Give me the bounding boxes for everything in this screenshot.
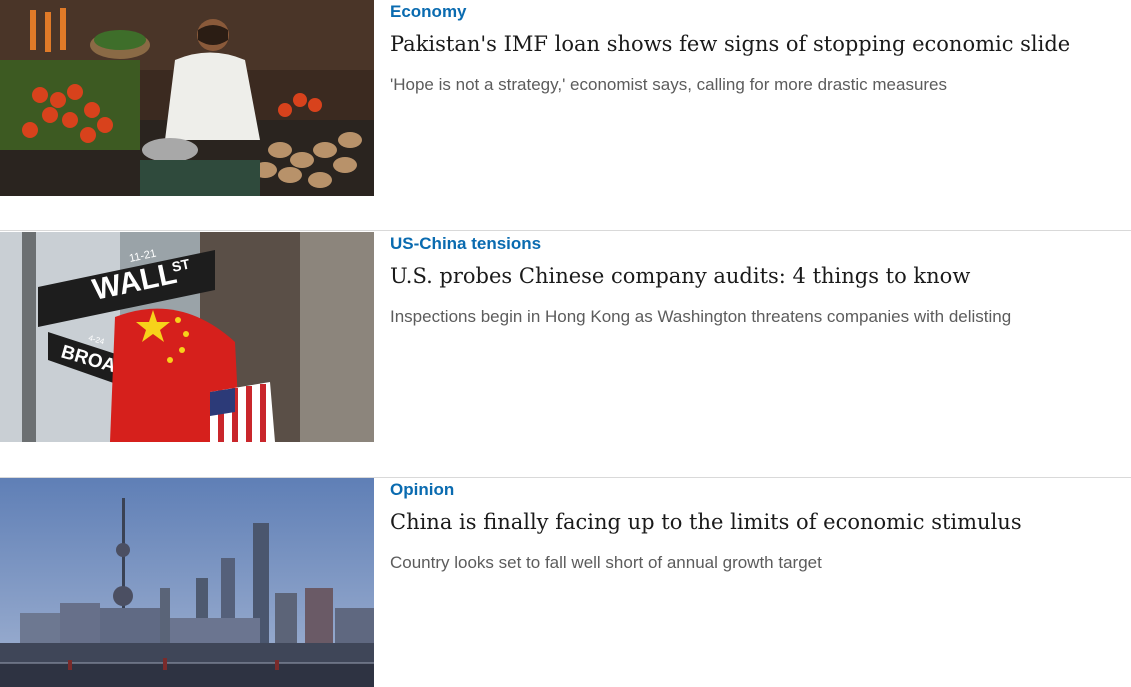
- article-headline[interactable]: Pakistan's IMF loan shows few signs of s…: [390, 30, 1121, 58]
- divider: [0, 230, 1131, 231]
- article-tag[interactable]: Economy: [390, 2, 1121, 22]
- article-tag[interactable]: US-China tensions: [390, 234, 1121, 254]
- article-card: Economy Pakistan's IMF loan shows few si…: [0, 0, 1131, 196]
- shanghai-skyline-photo[interactable]: [0, 478, 374, 687]
- article-summary: Country looks set to fall well short of …: [390, 553, 822, 572]
- article-summary: 'Hope is not a strategy,' economist says…: [390, 75, 948, 94]
- article-headline[interactable]: U.S. probes Chinese company audits: 4 th…: [390, 262, 1121, 290]
- article-headline[interactable]: China is finally facing up to the limits…: [390, 508, 1121, 536]
- market-vendor-photo[interactable]: [0, 0, 374, 196]
- article-summary: Inspections begin in Hong Kong as Washin…: [390, 307, 1012, 326]
- wall-street-flags-photo[interactable]: WALL ST 11-21 BROAD 4-24: [0, 232, 374, 442]
- article-card: Opinion China is finally facing up to th…: [0, 478, 1131, 687]
- article-tag[interactable]: Opinion: [390, 480, 1121, 500]
- article-card: WALL ST 11-21 BROAD 4-24 US-China tensio…: [0, 232, 1131, 442]
